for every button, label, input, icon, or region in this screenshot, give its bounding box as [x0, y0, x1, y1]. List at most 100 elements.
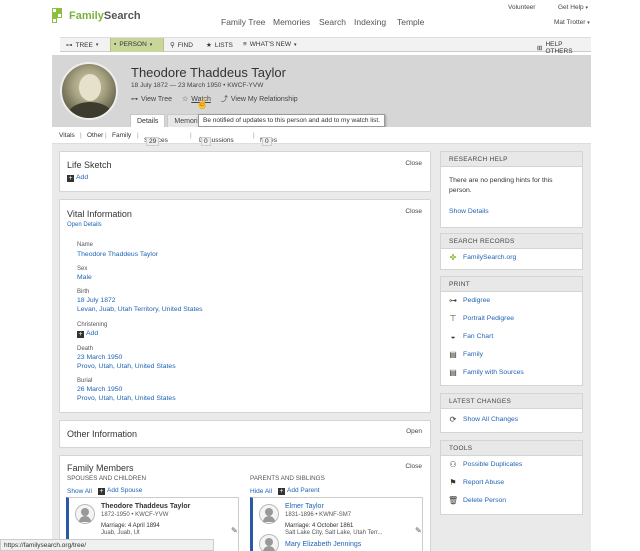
life-sketch-add[interactable]: + Add: [67, 174, 88, 182]
avatar: [75, 504, 95, 524]
show-details-link[interactable]: Show Details: [449, 208, 489, 215]
show-all-link[interactable]: Show All: [67, 488, 92, 495]
birth-date[interactable]: 18 July 1872: [77, 296, 116, 305]
add-parent-link[interactable]: + Add Parent: [278, 487, 320, 495]
discussions-count: 0: [201, 137, 211, 146]
possible-duplicates-link[interactable]: ⚇ Possible Duplicates: [441, 456, 582, 474]
vital-information-close[interactable]: Close: [405, 208, 422, 215]
chevron-down-icon: ▾: [587, 20, 590, 26]
burial-label: Burial: [77, 378, 93, 384]
latest-changes-title: LATEST CHANGES: [441, 394, 582, 409]
tools-panel: TOOLS ⚇ Possible Duplicates ⚑ Report Abuse…: [440, 440, 583, 515]
chevron-down-icon: ▾: [294, 41, 297, 48]
print-portrait-pedigree[interactable]: ⊤ Portrait Pedigree: [441, 310, 582, 328]
familysearch-logo[interactable]: FamilySearch: [52, 8, 141, 24]
sex-value[interactable]: Male: [77, 273, 92, 282]
nav-temple[interactable]: Temple: [397, 17, 424, 27]
plus-icon: +: [77, 331, 84, 338]
delete-person-label: Delete Person: [463, 497, 507, 504]
self-name[interactable]: Theodore Thaddeus Taylor: [101, 503, 190, 510]
find-button[interactable]: ⚲ FIND: [170, 41, 193, 50]
show-all-changes-link[interactable]: ⟳ Show All Changes: [441, 411, 582, 429]
help-others-button[interactable]: ⊞ HELP OTHERS: [537, 41, 591, 55]
mother-name[interactable]: Mary Elizabeth Jennings: [285, 541, 361, 548]
print-fan-chart[interactable]: ◒ Fan Chart: [441, 328, 582, 346]
familysearch-org-link[interactable]: ✤ FamilySearch.org: [441, 249, 582, 267]
report-abuse-link[interactable]: ⚑ Report Abuse: [441, 474, 582, 492]
person-menu[interactable]: ▪ PERSON ▾: [114, 41, 152, 48]
burial-place[interactable]: Provo, Utah, Utah, United States: [77, 394, 176, 403]
report-abuse-label: Report Abuse: [463, 479, 505, 486]
print-pedigree[interactable]: ⊶ Pedigree: [441, 292, 582, 310]
plus-icon: +: [67, 175, 74, 182]
burial-date[interactable]: 26 March 1950: [77, 385, 122, 394]
print-family[interactable]: ▤ Family: [441, 346, 582, 364]
marriage-date: Marriage: 4 October 1861: [285, 523, 354, 529]
hand-cursor-icon: ☝: [196, 99, 209, 110]
add-spouse-link[interactable]: + Add Spouse: [98, 487, 142, 495]
chevron-down-icon: ▾: [149, 41, 153, 48]
name-value[interactable]: Theodore Thaddeus Taylor: [77, 250, 158, 259]
christening-add-label: Add: [86, 330, 99, 337]
death-place[interactable]: Provo, Utah, Utah, United States: [77, 362, 176, 371]
view-tree-link[interactable]: ⊶ View Tree: [131, 94, 172, 104]
edit-icon[interactable]: ✎: [415, 526, 422, 535]
tree-icon: ⊶: [66, 42, 73, 49]
subnav-vitals[interactable]: Vitals: [59, 132, 75, 139]
person-portrait[interactable]: [60, 62, 118, 120]
edit-icon[interactable]: ✎: [231, 526, 238, 535]
chevron-down-icon: ▾: [585, 5, 588, 11]
death-date[interactable]: 23 March 1950: [77, 353, 122, 362]
birth-place[interactable]: Levan, Juab, Utah Territory, United Stat…: [77, 305, 203, 314]
print-family-label: Family: [463, 351, 484, 358]
delete-person-link[interactable]: 🗑 Delete Person: [441, 492, 582, 510]
father-name[interactable]: Elmer Taylor: [285, 503, 324, 510]
tab-details[interactable]: Details: [130, 114, 166, 128]
christening-label: Christening: [77, 322, 108, 328]
document-icon: ▤: [449, 368, 457, 377]
open-details-link[interactable]: Open Details: [67, 222, 102, 228]
print-family-with-sources-label: Family with Sources: [463, 369, 524, 376]
person-name: Theodore Thaddeus Taylor: [131, 65, 286, 80]
fan-chart-icon: ◒: [450, 332, 456, 341]
view-relationship-label: View My Relationship: [230, 95, 298, 103]
spouses-heading: SPOUSES AND CHILDREN: [67, 475, 147, 482]
whats-new-menu[interactable]: ≡ WHAT'S NEW ▾: [243, 41, 297, 48]
nav-search[interactable]: Search: [319, 17, 346, 27]
tree-label: TREE: [75, 41, 93, 49]
hide-all-link[interactable]: Hide All: [250, 488, 272, 495]
star-outline-icon: ☆: [182, 96, 189, 103]
print-fan-chart-label: Fan Chart: [463, 333, 494, 340]
other-information-open[interactable]: Open: [406, 428, 422, 435]
parents-heading: PARENTS AND SIBLINGS: [250, 475, 325, 482]
help-others-label: HELP OTHERS: [545, 41, 573, 55]
christening-add[interactable]: + Add: [77, 329, 98, 338]
vital-information-title: Vital Information: [67, 209, 132, 219]
life-sketch-title: Life Sketch: [67, 160, 112, 170]
couple-card-parents: Elmer Taylor 1831-1896 • KWNF-SM7 Marria…: [250, 497, 423, 551]
tree-toolbar: ⊶ TREE ▾ ▪ PERSON ▾ ⚲ FIND ★ LISTS ≡ WHAT'S NEW…: [60, 37, 591, 55]
subnav-family[interactable]: Family: [112, 132, 131, 139]
nav-memories[interactable]: Memories: [273, 17, 310, 27]
volunteer-link[interactable]: Volunteer: [508, 4, 535, 11]
nav-family-tree[interactable]: Family Tree: [221, 17, 265, 27]
get-help-menu[interactable]: Get Help ▾: [558, 4, 588, 11]
trash-icon: 🗑: [448, 496, 459, 505]
family-members-close[interactable]: Close: [405, 463, 422, 470]
life-sketch-close[interactable]: Close: [405, 160, 422, 167]
nav-indexing[interactable]: Indexing: [354, 17, 386, 27]
life-sketch-card: Life Sketch Close + Add: [59, 151, 431, 192]
add-parent-label: Add Parent: [287, 487, 320, 494]
user-menu[interactable]: Mat Trotter ▾: [554, 19, 590, 26]
status-bar-url: https://familysearch.org/tree/: [0, 539, 214, 551]
research-help-title: RESEARCH HELP: [441, 152, 582, 167]
avatar: [259, 504, 279, 524]
tree-menu[interactable]: ⊶ TREE ▾: [66, 41, 98, 50]
life-sketch-add-label: Add: [76, 174, 89, 181]
birth-label: Birth: [77, 289, 90, 295]
subnav-other[interactable]: Other: [87, 132, 103, 139]
view-relationship-link[interactable]: ⤴ View My Relationship: [221, 94, 298, 104]
print-family-with-sources[interactable]: ▤ Family with Sources: [441, 364, 582, 382]
lists-button[interactable]: ★ LISTS: [206, 41, 233, 50]
marriage-date: Marriage: 4 April 1894: [101, 523, 160, 529]
